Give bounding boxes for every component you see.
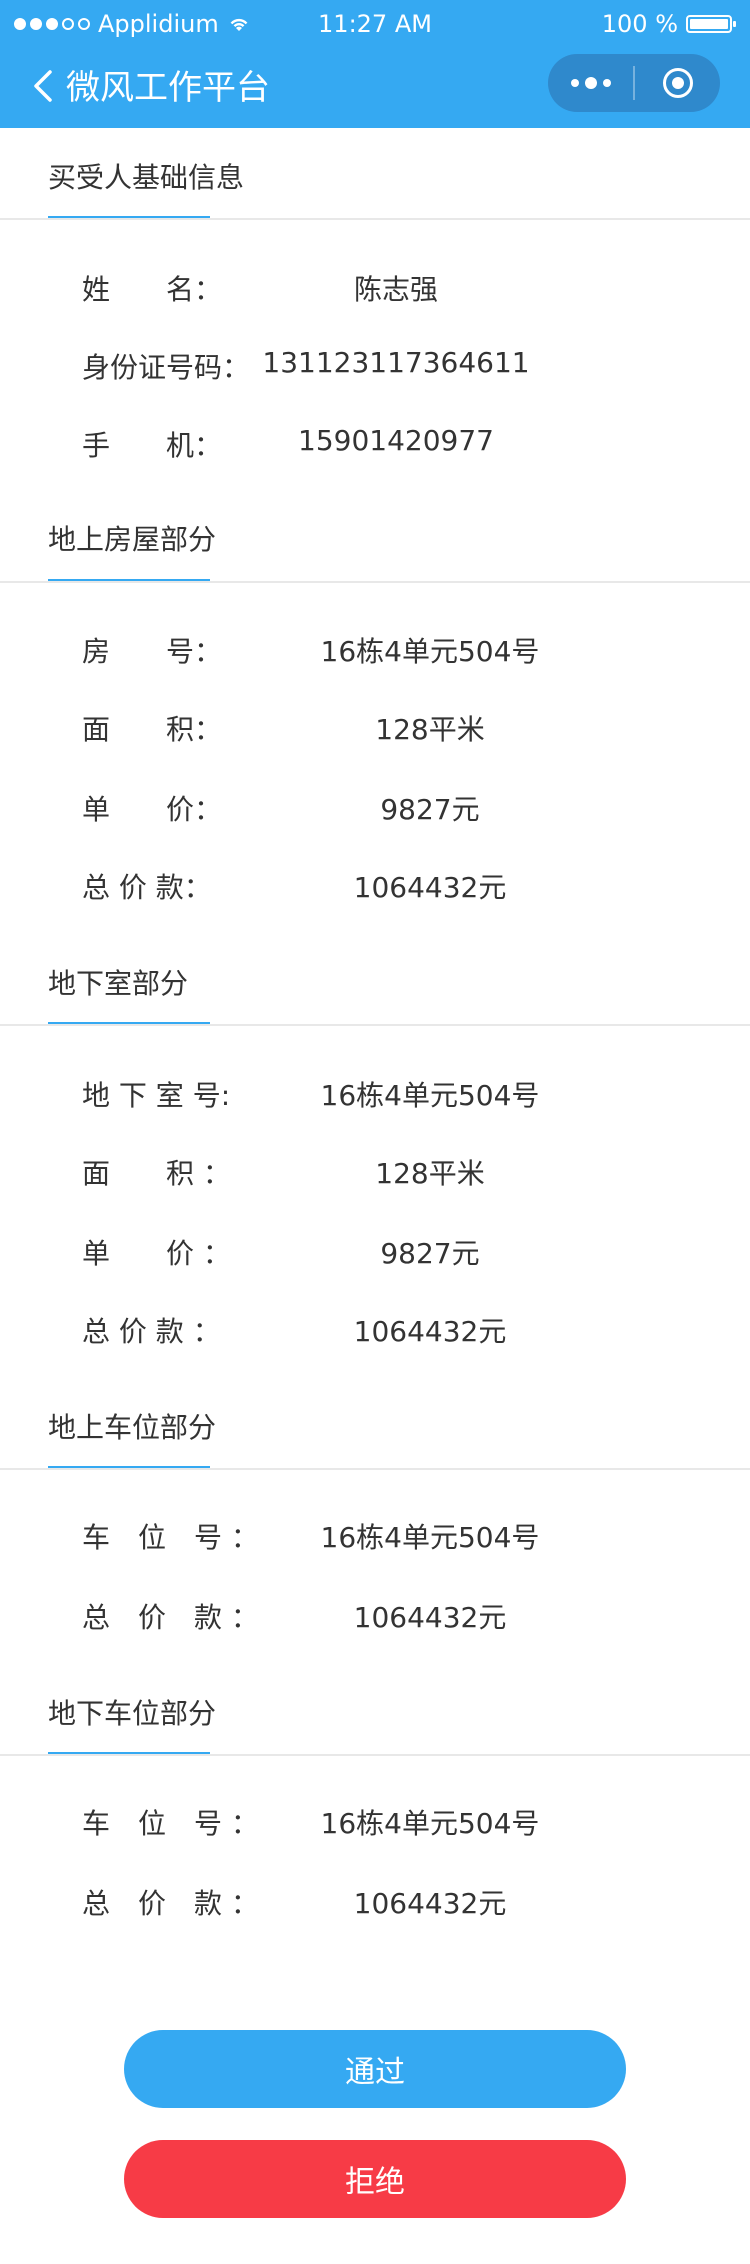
row-label: 总 价 款 ： xyxy=(82,1315,221,1348)
section-title-underground-parking: 地下车位部分 xyxy=(48,1697,217,1730)
section-title-basement: 地下室部分 xyxy=(48,967,189,1000)
app-header: Applidium 11:27 AM 100 % 微风工作平台 xyxy=(0,0,750,128)
battery-icon xyxy=(686,15,736,33)
row-value: 16栋4单元504号 xyxy=(320,1807,540,1840)
row-value: 15901420977 xyxy=(298,424,494,457)
target-icon xyxy=(662,68,693,98)
info-row-room-number: 房 号： 16栋4单元504号 xyxy=(0,630,750,670)
info-row-area: 面 积： 128平米 xyxy=(0,708,750,748)
back-icon[interactable] xyxy=(24,66,64,106)
close-button[interactable] xyxy=(635,54,720,112)
row-value: 131123117364611 xyxy=(262,346,530,379)
row-value: 9827元 xyxy=(380,793,480,826)
info-row-total-price: 总 价 款 ： 1064432元 xyxy=(0,1882,750,1922)
page-title: 微风工作平台 xyxy=(66,68,270,108)
info-row-total-price: 总 价 款 ： 1064432元 xyxy=(0,1310,750,1350)
section-divider xyxy=(0,1754,750,1756)
section-title-above-ground-house: 地上房屋部分 xyxy=(48,523,217,556)
row-label: 地 下 室 号: xyxy=(82,1079,231,1112)
row-label: 房 号： xyxy=(82,635,223,668)
row-label: 单 价 ： xyxy=(82,1237,231,1270)
info-row-basement-number: 地 下 室 号: 16栋4单元504号 xyxy=(0,1074,750,1114)
battery-text: 100 % xyxy=(601,10,678,38)
approve-button[interactable]: 通过 xyxy=(124,2030,626,2108)
row-value: 128平米 xyxy=(375,1157,485,1190)
info-row-total-price: 总 价 款 ： 1064432元 xyxy=(0,1596,750,1636)
section-title-buyer-info: 买受人基础信息 xyxy=(48,161,245,194)
info-row-area: 面 积 ： 128平米 xyxy=(0,1152,750,1192)
row-value: 1064432元 xyxy=(353,1315,507,1348)
info-row-id-number: 身份证号码： 131123117364611 xyxy=(0,346,750,386)
row-label: 面 积 ： xyxy=(82,1157,231,1190)
section-divider xyxy=(0,1468,750,1470)
row-value: 16栋4单元504号 xyxy=(320,1521,540,1554)
row-label: 面 积： xyxy=(82,713,223,746)
section-divider xyxy=(0,218,750,220)
row-value: 陈志强 xyxy=(353,273,438,306)
section-title-above-ground-parking: 地上车位部分 xyxy=(48,1411,217,1444)
row-value: 1064432元 xyxy=(353,1887,507,1920)
row-value: 9827元 xyxy=(380,1237,480,1270)
more-button[interactable] xyxy=(548,54,633,112)
section-divider xyxy=(0,581,750,583)
row-value: 128平米 xyxy=(375,713,485,746)
info-row-phone: 手 机： 15901420977 xyxy=(0,424,750,464)
status-bar: Applidium 11:27 AM 100 % xyxy=(0,10,750,46)
info-row-unit-price: 单 价 ： 9827元 xyxy=(0,1232,750,1272)
row-value: 1064432元 xyxy=(353,1601,507,1634)
row-label: 单 价： xyxy=(82,793,223,826)
info-row-total-price: 总 价 款： 1064432元 xyxy=(0,866,750,906)
info-row-unit-price: 单 价： 9827元 xyxy=(0,788,750,828)
row-value: 16栋4单元504号 xyxy=(320,1079,540,1112)
info-row-parking-number: 车 位 号 ： 16栋4单元504号 xyxy=(0,1802,750,1842)
info-row-parking-number: 车 位 号 ： 16栋4单元504号 xyxy=(0,1516,750,1556)
section-divider xyxy=(0,1024,750,1026)
row-label: 总 价 款： xyxy=(82,871,212,904)
reject-button[interactable]: 拒绝 xyxy=(124,2140,626,2218)
battery-area: 100 % xyxy=(601,10,736,38)
row-value: 1064432元 xyxy=(353,871,507,904)
row-value: 16栋4单元504号 xyxy=(320,635,540,668)
navigation-bar: 微风工作平台 xyxy=(0,50,750,128)
info-row-name: 姓 名： 陈志强 xyxy=(0,268,750,308)
more-icon xyxy=(570,77,611,89)
mini-program-capsule xyxy=(548,54,720,112)
